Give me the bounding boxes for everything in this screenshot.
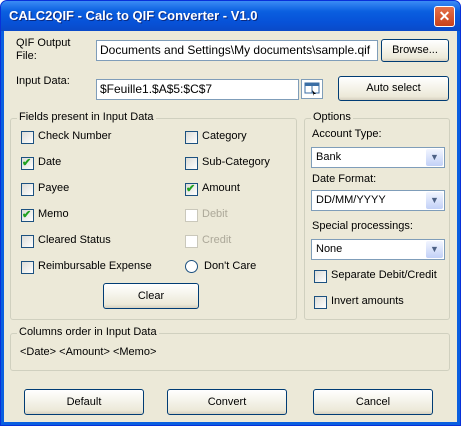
- browse-button-label: Browse...: [392, 44, 438, 56]
- range-picker-icon[interactable]: [301, 79, 323, 99]
- cancel-button[interactable]: Cancel: [313, 389, 433, 415]
- dont-care-label: Don't Care: [204, 260, 257, 272]
- field-right-checkbox-0[interactable]: [185, 131, 198, 144]
- field-right-checkbox-4: [185, 235, 198, 248]
- checkmark-icon: ✔: [186, 183, 196, 195]
- account-type-label: Account Type:: [312, 128, 382, 140]
- chevron-down-icon[interactable]: ▼: [426, 241, 443, 258]
- options-group-legend: Options: [311, 111, 353, 123]
- field-left-checkbox-0[interactable]: [21, 131, 34, 144]
- field-left-label-4: Cleared Status: [38, 234, 111, 246]
- special-processings-label: Special processings:: [312, 220, 413, 232]
- field-left-checkbox-2[interactable]: [21, 183, 34, 196]
- invert-amounts-label: Invert amounts: [331, 295, 404, 307]
- convert-button[interactable]: Convert: [167, 389, 287, 415]
- checkmark-icon: ✔: [22, 209, 32, 221]
- dont-care-radio[interactable]: [185, 260, 198, 273]
- date-format-select[interactable]: DD/MM/YYYY ▼: [311, 190, 445, 211]
- separate-debit-credit-checkbox[interactable]: [314, 270, 327, 283]
- chevron-down-icon[interactable]: ▼: [426, 192, 443, 209]
- field-left-checkbox-5[interactable]: [21, 261, 34, 274]
- field-right-label-0: Category: [202, 130, 247, 142]
- account-type-value: Bank: [316, 151, 342, 163]
- field-left-label-2: Payee: [38, 182, 70, 194]
- default-button[interactable]: Default: [24, 389, 144, 415]
- special-processings-select[interactable]: None ▼: [311, 239, 445, 260]
- invert-amounts-checkbox[interactable]: [314, 296, 327, 309]
- columns-order-text: <Date> <Amount> <Memo>: [20, 346, 157, 358]
- qif-output-label-line2: File:: [16, 50, 37, 62]
- field-left-label-5: Reimbursable Expense: [38, 260, 152, 272]
- cancel-button-label: Cancel: [355, 396, 391, 408]
- field-right-label-4: Credit: [202, 234, 232, 246]
- chevron-down-icon[interactable]: ▼: [426, 149, 443, 166]
- date-format-label: Date Format:: [312, 173, 377, 185]
- input-data-label: Input Data:: [16, 75, 70, 87]
- field-left-label-1: Date: [38, 156, 62, 168]
- browse-button[interactable]: Browse...: [381, 39, 449, 62]
- field-right-label-2: Amount: [202, 182, 240, 194]
- field-right-checkbox-1[interactable]: [185, 157, 198, 170]
- field-left-label-3: Memo: [38, 208, 69, 220]
- field-left-label-0: Check Number: [38, 130, 112, 142]
- separate-debit-credit-label: Separate Debit/Credit: [331, 269, 437, 281]
- checkmark-icon: ✔: [22, 157, 32, 169]
- columns-order-legend: Columns order in Input Data: [17, 326, 159, 338]
- auto-select-button[interactable]: Auto select: [338, 76, 449, 101]
- field-right-label-3: Debit: [202, 208, 228, 220]
- field-right-label-1: Sub-Category: [202, 156, 270, 168]
- input-data-field[interactable]: $Feuille1.$A$5:$C$7: [96, 79, 299, 100]
- clear-button[interactable]: Clear: [103, 283, 199, 309]
- account-type-select[interactable]: Bank ▼: [311, 147, 445, 168]
- fields-group-legend: Fields present in Input Data: [17, 111, 156, 123]
- dialog-body: QIF Output File: Documents and Settings\…: [4, 31, 457, 422]
- app-window: CALC2QIF - Calc to QIF Converter - V1.0 …: [0, 0, 461, 426]
- qif-output-label-line1: QIF Output: [16, 37, 71, 49]
- window-title: CALC2QIF - Calc to QIF Converter - V1.0: [9, 8, 258, 23]
- title-bar[interactable]: CALC2QIF - Calc to QIF Converter - V1.0 …: [1, 1, 460, 31]
- field-left-checkbox-3[interactable]: ✔: [21, 209, 34, 222]
- field-left-checkbox-1[interactable]: ✔: [21, 157, 34, 170]
- field-left-checkbox-4[interactable]: [21, 235, 34, 248]
- auto-select-label: Auto select: [366, 82, 421, 94]
- clear-button-label: Clear: [137, 290, 165, 302]
- close-icon: ✕: [438, 8, 451, 24]
- date-format-value: DD/MM/YYYY: [316, 194, 386, 206]
- convert-button-label: Convert: [207, 396, 247, 408]
- close-button[interactable]: ✕: [434, 6, 455, 27]
- field-right-checkbox-2[interactable]: ✔: [185, 183, 198, 196]
- field-right-checkbox-3: [185, 209, 198, 222]
- special-processings-value: None: [316, 243, 343, 255]
- default-button-label: Default: [66, 396, 102, 408]
- qif-output-field[interactable]: Documents and Settings\My documents\samp…: [96, 40, 378, 61]
